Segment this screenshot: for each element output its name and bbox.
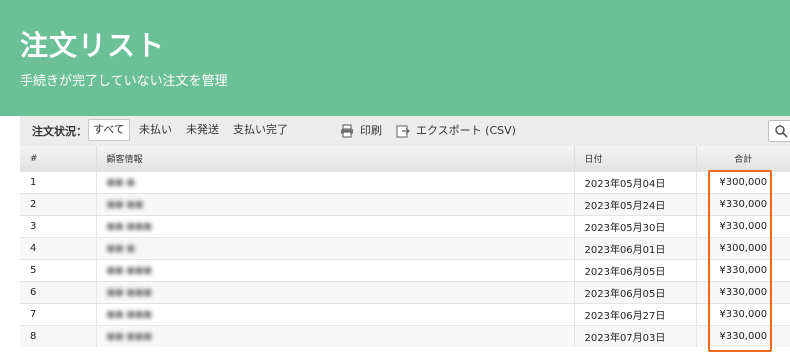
order-total: ¥330,000: [695, 259, 790, 282]
order-total: ¥300,000: [695, 237, 790, 260]
page-header: 注文リスト 手続きが完了していない注文を管理: [0, 0, 790, 116]
order-date: 2023年06月05日: [573, 281, 696, 304]
customer-name-redacted: ■■ ■■■: [106, 222, 152, 232]
table-row[interactable]: 7 ■■ ■■■ 2023年06月27日 ¥330,000: [20, 303, 790, 326]
filter-tab-all[interactable]: すべて: [88, 119, 130, 141]
column-header-number[interactable]: #: [20, 146, 96, 172]
order-date: 2023年05月24日: [573, 193, 696, 216]
order-date: 2023年07月03日: [573, 325, 696, 347]
export-icon: [396, 125, 410, 138]
filter-tab-unpaid[interactable]: 未払い: [135, 119, 176, 141]
order-number: 8: [20, 325, 96, 347]
page-subtitle: 手続きが完了していない注文を管理: [20, 74, 228, 89]
order-status-label: 注文状況：: [32, 125, 87, 138]
table-row[interactable]: 6 ■■ ■■■ 2023年06月05日 ¥330,000: [20, 281, 790, 304]
order-total: ¥330,000: [695, 325, 790, 347]
order-number: 7: [20, 303, 96, 326]
search-button[interactable]: [768, 120, 790, 142]
column-header-customer[interactable]: 顧客情報: [95, 146, 574, 172]
customer-cell: ■■ ■■■: [95, 259, 574, 282]
column-header-total[interactable]: 合計: [695, 146, 790, 172]
orders-table: # 顧客情報 日付 合計 1 ■■ ■ 2023年05月04日 ¥300,000…: [20, 146, 790, 347]
customer-cell: ■■ ■: [95, 237, 574, 260]
page-title: 注文リスト: [20, 29, 166, 62]
table-row[interactable]: 2 ■■ ■■ 2023年05月24日 ¥330,000: [20, 193, 790, 216]
search-icon: [775, 125, 788, 138]
table-row[interactable]: 8 ■■ ■■■ 2023年07月03日 ¥330,000: [20, 325, 790, 347]
export-csv-button[interactable]: エクスポート (CSV): [396, 120, 516, 142]
export-label: エクスポート (CSV): [416, 124, 516, 137]
order-total: ¥330,000: [695, 303, 790, 326]
table-row[interactable]: 1 ■■ ■ 2023年05月04日 ¥300,000: [20, 171, 790, 194]
filter-tab-unshipped[interactable]: 未発送: [182, 119, 223, 141]
order-date: 2023年05月04日: [573, 171, 696, 194]
customer-cell: ■■ ■■■: [95, 281, 574, 304]
print-button[interactable]: 印刷: [340, 120, 382, 142]
order-date: 2023年06月05日: [573, 259, 696, 282]
order-date: 2023年06月01日: [573, 237, 696, 260]
toolbar: 注文状況： すべて 未払い 未発送 支払い完了 印刷 エクスポート (CSV): [20, 116, 790, 146]
table-row[interactable]: 4 ■■ ■ 2023年06月01日 ¥300,000: [20, 237, 790, 260]
table-header-row: # 顧客情報 日付 合計: [20, 146, 790, 172]
order-number: 4: [20, 237, 96, 260]
table-row[interactable]: 3 ■■ ■■■ 2023年05月30日 ¥330,000: [20, 215, 790, 238]
order-number: 3: [20, 215, 96, 238]
filter-tab-paid[interactable]: 支払い完了: [229, 119, 292, 141]
printer-icon: [341, 124, 353, 138]
order-total: ¥330,000: [695, 215, 790, 238]
table-row[interactable]: 5 ■■ ■■■ 2023年06月05日 ¥330,000: [20, 259, 790, 282]
order-date: 2023年05月30日: [573, 215, 696, 238]
customer-cell: ■■ ■: [95, 171, 574, 194]
order-date: 2023年06月27日: [573, 303, 696, 326]
customer-name-redacted: ■■ ■: [106, 244, 135, 254]
column-header-date[interactable]: 日付: [573, 146, 696, 172]
customer-cell: ■■ ■■■: [95, 325, 574, 347]
customer-cell: ■■ ■■: [95, 193, 574, 216]
customer-name-redacted: ■■ ■: [106, 178, 135, 188]
customer-name-redacted: ■■ ■■■: [106, 332, 152, 342]
customer-cell: ■■ ■■■: [95, 303, 574, 326]
customer-name-redacted: ■■ ■■■: [106, 310, 152, 320]
order-total: ¥330,000: [695, 281, 790, 304]
customer-name-redacted: ■■ ■■■: [106, 266, 152, 276]
order-total: ¥300,000: [695, 171, 790, 194]
order-total: ¥330,000: [695, 193, 790, 216]
order-number: 5: [20, 259, 96, 282]
customer-name-redacted: ■■ ■■■: [106, 288, 152, 298]
customer-cell: ■■ ■■■: [95, 215, 574, 238]
customer-name-redacted: ■■ ■■: [106, 200, 144, 210]
print-label: 印刷: [360, 124, 382, 137]
order-number: 1: [20, 171, 96, 194]
order-number: 6: [20, 281, 96, 304]
order-number: 2: [20, 193, 96, 216]
